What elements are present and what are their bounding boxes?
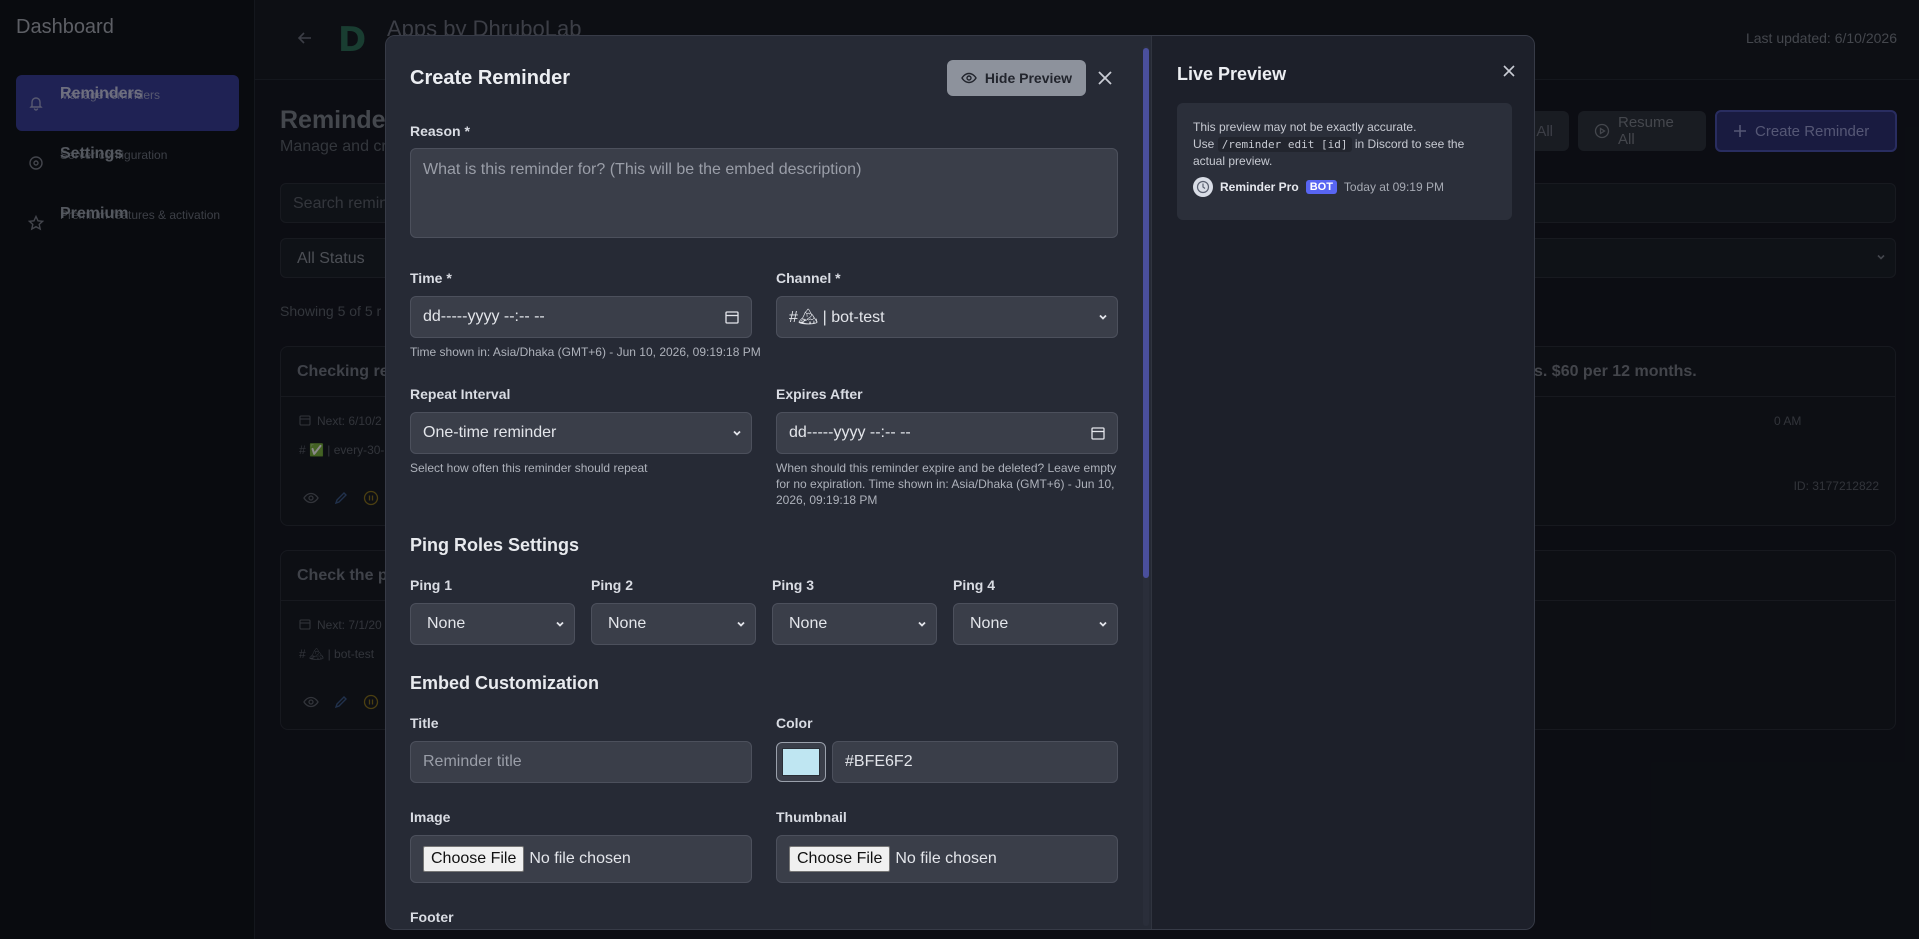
repeat-label: Repeat Interval bbox=[410, 386, 511, 402]
create-reminder-modal: Create Reminder Hide Preview Reason * Wh… bbox=[385, 35, 1535, 930]
ping-value: None bbox=[789, 615, 828, 632]
image-file-input[interactable]: Choose File No file chosen bbox=[410, 835, 752, 883]
ping-label: Ping 2 bbox=[591, 577, 634, 593]
calendar-icon[interactable] bbox=[1091, 426, 1105, 440]
expires-value: dd-----yyyy --:-- -- bbox=[789, 424, 911, 441]
repeat-hint: Select how often this reminder should re… bbox=[410, 461, 648, 475]
preview-note: actual preview. bbox=[1193, 154, 1273, 168]
form-scrollbar-thumb[interactable] bbox=[1143, 48, 1149, 578]
image-label: Image bbox=[410, 809, 451, 825]
hide-preview-button[interactable]: Hide Preview bbox=[947, 60, 1086, 96]
file-status: No file chosen bbox=[895, 850, 997, 867]
thumbnail-label: Thumbnail bbox=[776, 809, 847, 825]
ping-2-select[interactable]: None bbox=[591, 603, 756, 645]
choose-file-button[interactable]: Choose File bbox=[423, 846, 525, 872]
time-value: dd-----yyyy --:-- -- bbox=[423, 308, 545, 325]
bot-badge: BOT bbox=[1305, 180, 1337, 194]
ping-1-select[interactable]: None bbox=[410, 603, 575, 645]
time-hint: Time shown in: Asia/Dhaka (GMT+6) - Jun … bbox=[410, 345, 761, 359]
reminder-form: Create Reminder Hide Preview Reason * Wh… bbox=[386, 36, 1151, 929]
channel-value: #🏔 | bot-test bbox=[789, 309, 885, 326]
preview-note: This preview may not be exactly accurate… bbox=[1193, 120, 1417, 134]
color-picker[interactable] bbox=[776, 742, 826, 782]
note-text: Use bbox=[1193, 137, 1215, 151]
command-code: /reminder edit [id] bbox=[1217, 137, 1352, 152]
reason-textarea[interactable]: What is this reminder for? (This will be… bbox=[410, 148, 1118, 238]
chevron-down-icon bbox=[1097, 311, 1109, 323]
chevron-down-icon bbox=[554, 618, 566, 630]
preview-title: Live Preview bbox=[1177, 64, 1287, 84]
live-preview-panel: Live Preview This preview may not be exa… bbox=[1151, 36, 1534, 929]
ping-value: None bbox=[970, 615, 1009, 632]
message-timestamp: Today at 09:19 PM bbox=[1343, 180, 1444, 194]
ping-label: Ping 3 bbox=[772, 577, 815, 593]
modal-title: Create Reminder bbox=[410, 67, 571, 89]
ping-value: None bbox=[427, 615, 466, 632]
embed-section-title: Embed Customization bbox=[410, 673, 600, 693]
hide-preview-label: Hide Preview bbox=[984, 70, 1073, 86]
preview-message: This preview may not be exactly accurate… bbox=[1177, 103, 1512, 220]
ping-4-select[interactable]: None bbox=[953, 603, 1118, 645]
bot-name: Reminder Pro bbox=[1220, 180, 1299, 194]
chevron-down-icon bbox=[1097, 618, 1109, 630]
ping-label: Ping 4 bbox=[953, 577, 996, 593]
repeat-value: One-time reminder bbox=[423, 424, 557, 441]
ping-3-select[interactable]: None bbox=[772, 603, 937, 645]
color-swatch bbox=[782, 748, 820, 776]
ping-value: None bbox=[608, 615, 647, 632]
channel-label: Channel * bbox=[776, 270, 841, 286]
chevron-down-icon bbox=[735, 618, 747, 630]
footer-label: Footer bbox=[410, 909, 454, 925]
choose-file-button[interactable]: Choose File bbox=[789, 846, 891, 872]
time-input[interactable]: dd-----yyyy --:-- -- bbox=[410, 296, 752, 338]
reason-label: Reason * bbox=[410, 123, 470, 139]
time-label: Time * bbox=[410, 270, 452, 286]
repeat-select[interactable]: One-time reminder bbox=[410, 412, 752, 454]
bot-avatar bbox=[1193, 177, 1213, 197]
close-icon[interactable] bbox=[1095, 68, 1115, 88]
preview-note: Use /reminder edit [id] in Discord to se… bbox=[1193, 136, 1496, 153]
chevron-down-icon bbox=[916, 618, 928, 630]
eye-icon bbox=[961, 70, 977, 86]
color-label: Color bbox=[776, 715, 813, 731]
close-preview-icon[interactable] bbox=[1501, 63, 1517, 79]
embed-title-input[interactable]: Reminder title bbox=[410, 741, 752, 783]
expires-hint: When should this reminder expire and be … bbox=[776, 461, 1117, 507]
channel-select[interactable]: #🏔 | bot-test bbox=[776, 296, 1118, 338]
file-status: No file chosen bbox=[529, 850, 631, 867]
embed-title-label: Title bbox=[410, 715, 439, 731]
expires-label: Expires After bbox=[776, 386, 863, 402]
color-hex-input[interactable]: #BFE6F2 bbox=[832, 741, 1118, 783]
chevron-down-icon bbox=[731, 427, 743, 439]
preview-author: Reminder Pro BOT Today at 09:19 PM bbox=[1193, 177, 1496, 197]
thumbnail-file-input[interactable]: Choose File No file chosen bbox=[776, 835, 1118, 883]
note-text: in Discord to see the bbox=[1354, 137, 1465, 151]
ping-label: Ping 1 bbox=[410, 577, 453, 593]
ping-section-title: Ping Roles Settings bbox=[410, 535, 580, 555]
calendar-icon[interactable] bbox=[725, 310, 739, 324]
expires-input[interactable]: dd-----yyyy --:-- -- bbox=[776, 412, 1118, 454]
